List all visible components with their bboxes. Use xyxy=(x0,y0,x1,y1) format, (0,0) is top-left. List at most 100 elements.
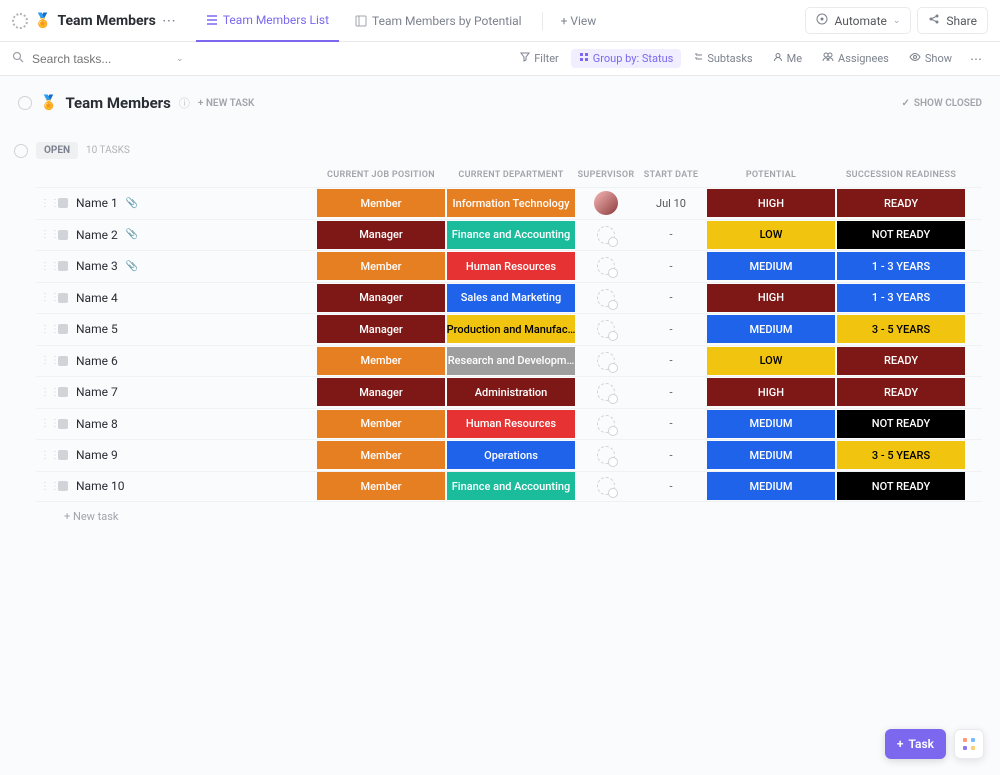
status-square[interactable] xyxy=(58,324,68,334)
position-badge[interactable]: Manager xyxy=(317,284,445,312)
potential-badge[interactable]: MEDIUM xyxy=(707,472,835,500)
task-name[interactable]: Name 4 xyxy=(76,291,118,305)
succession-badge[interactable]: 3 - 5 YEARS xyxy=(837,441,965,469)
succession-badge[interactable]: NOT READY xyxy=(837,221,965,249)
supervisor-cell[interactable] xyxy=(576,314,636,345)
new-task-link[interactable]: + NEW TASK xyxy=(198,98,255,109)
me-button[interactable]: Me xyxy=(765,49,810,68)
drag-handle-icon[interactable]: ⋮⋮ xyxy=(40,481,50,492)
task-name[interactable]: Name 9 xyxy=(76,448,118,462)
position-badge[interactable]: Member xyxy=(317,441,445,469)
status-collapse[interactable] xyxy=(14,144,28,158)
assign-supervisor-icon[interactable] xyxy=(597,383,615,401)
assign-supervisor-icon[interactable] xyxy=(597,257,615,275)
more-options-icon[interactable]: ⋯ xyxy=(964,52,988,66)
filter-button[interactable]: Filter xyxy=(512,49,567,68)
tab-team-members-list[interactable]: Team Members List xyxy=(196,0,339,42)
position-badge[interactable]: Manager xyxy=(317,221,445,249)
position-badge[interactable]: Member xyxy=(317,410,445,438)
potential-badge[interactable]: HIGH xyxy=(707,284,835,312)
position-badge[interactable]: Member xyxy=(317,472,445,500)
assign-supervisor-icon[interactable] xyxy=(597,289,615,307)
th-succession[interactable]: SUCCESSION READINESS xyxy=(836,170,966,180)
status-square[interactable] xyxy=(58,481,68,491)
supervisor-cell[interactable] xyxy=(576,283,636,314)
supervisor-cell[interactable] xyxy=(576,409,636,440)
department-badge[interactable]: Finance and Accounting xyxy=(447,472,575,500)
succession-badge[interactable]: NOT READY xyxy=(837,472,965,500)
drag-handle-icon[interactable]: ⋮⋮ xyxy=(40,292,50,303)
potential-badge[interactable]: HIGH xyxy=(707,378,835,406)
position-badge[interactable]: Member xyxy=(317,189,445,217)
attachment-icon[interactable]: 📎 xyxy=(126,229,138,240)
potential-badge[interactable]: MEDIUM xyxy=(707,410,835,438)
th-potential[interactable]: POTENTIAL xyxy=(706,170,836,180)
potential-badge[interactable]: MEDIUM xyxy=(707,252,835,280)
task-name[interactable]: Name 7 xyxy=(76,385,118,399)
succession-badge[interactable]: 1 - 3 YEARS xyxy=(837,284,965,312)
potential-badge[interactable]: LOW xyxy=(707,347,835,375)
department-badge[interactable]: Research and Developm… xyxy=(447,347,575,375)
attachment-icon[interactable]: 📎 xyxy=(126,198,138,209)
start-date-cell[interactable]: - xyxy=(636,314,706,345)
start-date-cell[interactable]: - xyxy=(636,346,706,377)
drag-handle-icon[interactable]: ⋮⋮ xyxy=(40,261,50,272)
start-date-cell[interactable]: - xyxy=(636,283,706,314)
department-badge[interactable]: Information Technology xyxy=(447,189,575,217)
start-date-cell[interactable]: - xyxy=(636,220,706,251)
supervisor-cell[interactable] xyxy=(576,220,636,251)
show-closed-toggle[interactable]: ✓ SHOW CLOSED xyxy=(901,98,982,109)
succession-badge[interactable]: 3 - 5 YEARS xyxy=(837,315,965,343)
supervisor-cell[interactable] xyxy=(576,188,636,219)
drag-handle-icon[interactable]: ⋮⋮ xyxy=(40,387,50,398)
th-start-date[interactable]: START DATE xyxy=(636,170,706,180)
automate-button[interactable]: Automate ⌄ xyxy=(805,7,911,34)
drag-handle-icon[interactable]: ⋮⋮ xyxy=(40,450,50,461)
supervisor-cell[interactable] xyxy=(576,346,636,377)
apps-fab[interactable] xyxy=(954,729,984,759)
potential-badge[interactable]: HIGH xyxy=(707,189,835,217)
start-date-cell[interactable]: Jul 10 xyxy=(636,188,706,219)
start-date-cell[interactable]: - xyxy=(636,377,706,408)
drag-handle-icon[interactable]: ⋮⋮ xyxy=(40,324,50,335)
department-badge[interactable]: Human Resources xyxy=(447,410,575,438)
supervisor-cell[interactable] xyxy=(576,440,636,471)
status-square[interactable] xyxy=(58,387,68,397)
task-name[interactable]: Name 6 xyxy=(76,354,118,368)
tab-team-members-by-potential[interactable]: Team Members by Potential xyxy=(345,0,532,42)
succession-badge[interactable]: READY xyxy=(837,378,965,406)
task-name[interactable]: Name 10 xyxy=(76,479,124,493)
task-name[interactable]: Name 3 xyxy=(76,259,118,273)
succession-badge[interactable]: READY xyxy=(837,347,965,375)
th-position[interactable]: CURRENT JOB POSITION xyxy=(316,170,446,180)
start-date-cell[interactable]: - xyxy=(636,409,706,440)
assignees-button[interactable]: Assignees xyxy=(814,49,897,68)
search-input[interactable] xyxy=(32,52,172,66)
assign-supervisor-icon[interactable] xyxy=(597,226,615,244)
status-square[interactable] xyxy=(58,198,68,208)
th-supervisor[interactable]: SUPERVISOR xyxy=(576,170,636,180)
supervisor-cell[interactable] xyxy=(576,251,636,282)
position-badge[interactable]: Member xyxy=(317,252,445,280)
new-task-row[interactable]: + New task xyxy=(36,502,982,523)
assign-supervisor-icon[interactable] xyxy=(597,415,615,433)
show-button[interactable]: Show xyxy=(901,49,960,68)
search-expand-icon[interactable]: ⌄ xyxy=(176,54,184,64)
drag-handle-icon[interactable]: ⋮⋮ xyxy=(40,355,50,366)
info-icon[interactable]: ⓘ xyxy=(179,95,190,111)
status-square[interactable] xyxy=(58,450,68,460)
attachment-icon[interactable]: 📎 xyxy=(126,261,138,272)
assign-supervisor-icon[interactable] xyxy=(597,477,615,495)
potential-badge[interactable]: LOW xyxy=(707,221,835,249)
task-name[interactable]: Name 8 xyxy=(76,417,118,431)
status-square[interactable] xyxy=(58,419,68,429)
group-by-button[interactable]: Group by: Status xyxy=(571,49,682,68)
department-badge[interactable]: Human Resources xyxy=(447,252,575,280)
assign-supervisor-icon[interactable] xyxy=(597,446,615,464)
status-square[interactable] xyxy=(58,293,68,303)
start-date-cell[interactable]: - xyxy=(636,251,706,282)
list-title[interactable]: Team Members xyxy=(57,13,155,29)
task-name[interactable]: Name 1 xyxy=(76,196,118,210)
collapse-toggle[interactable] xyxy=(18,96,32,110)
status-square[interactable] xyxy=(58,356,68,366)
